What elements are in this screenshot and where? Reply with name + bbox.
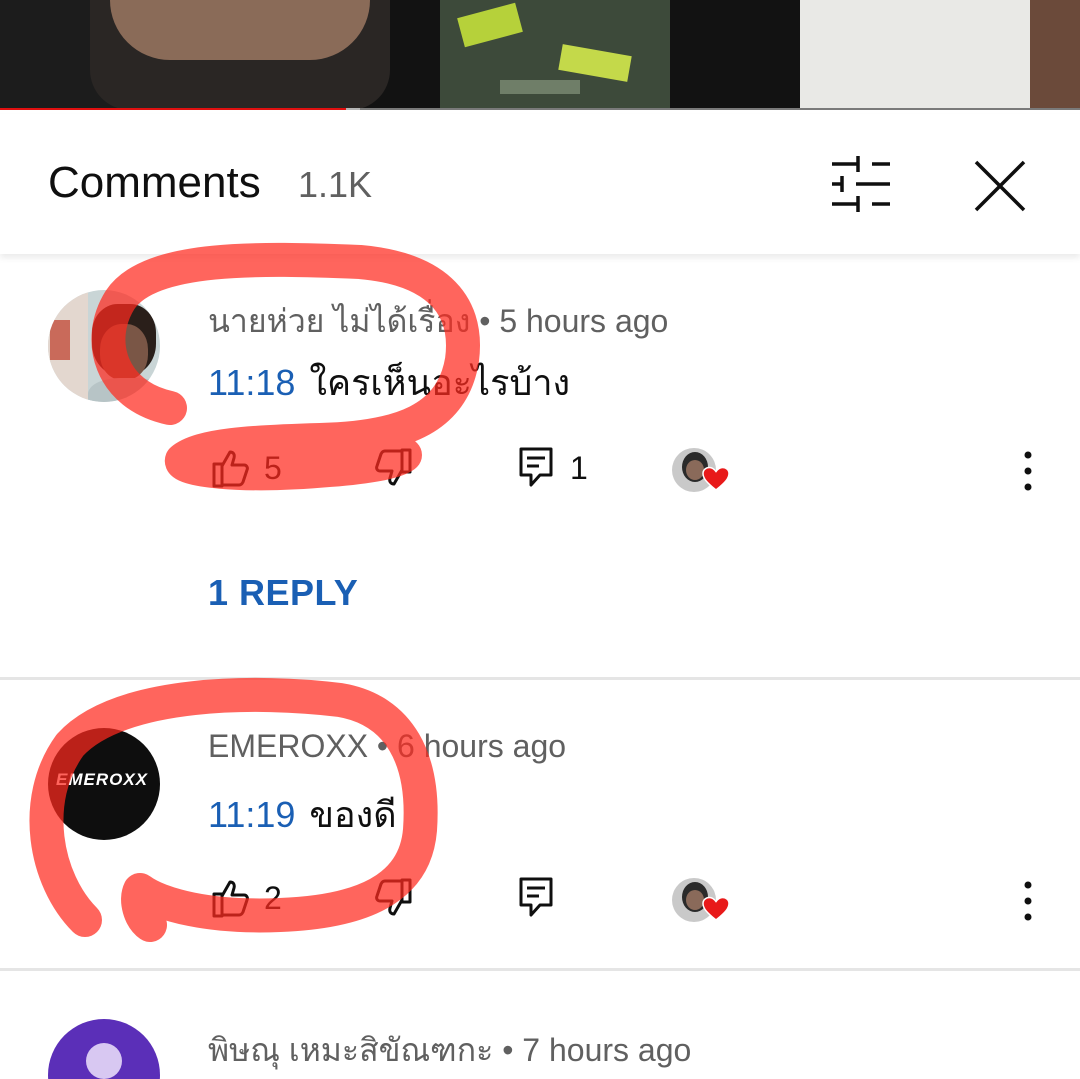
comment-author[interactable]: นายห่วย ไม่ได้เรื่อง: [208, 303, 470, 339]
comment-thread: นายห่วย ไม่ได้เรื่อง • 5 hours ago 11:18…: [0, 254, 1080, 678]
avatar-logo-text: EMEROXX: [56, 770, 149, 789]
thumbs-down-icon[interactable]: [372, 446, 416, 495]
comments-header: Comments 1.1K: [0, 114, 1080, 254]
comment-time: • 5 hours ago: [479, 303, 669, 339]
like-count: 2: [264, 880, 282, 916]
comment-thread: EMEROXX EMEROXX • 6 hours ago 11:19 ของดี…: [0, 680, 1080, 970]
more-vert-icon[interactable]: [1016, 446, 1040, 496]
comments-title: Comments: [48, 158, 261, 207]
comment-text: 11:18 ใครเห็นอะไรบ้าง: [208, 354, 570, 411]
comment-actions: 2: [208, 876, 1080, 926]
avatar[interactable]: [48, 1019, 160, 1079]
close-icon[interactable]: [968, 154, 1032, 218]
creator-heart-icon: [672, 876, 732, 926]
video-progress-bar[interactable]: [0, 108, 1080, 110]
video-player[interactable]: [0, 0, 1080, 110]
comment-body: ใครเห็นอะไรบ้าง: [309, 362, 571, 403]
comment-meta: พิษณุ เหมะสิขัณฑกะ • 7 hours ago: [208, 1025, 691, 1076]
reply-count: 1: [570, 450, 588, 486]
comment-text: 11:19 ของดี: [208, 786, 397, 843]
timestamp-link[interactable]: 11:19: [208, 794, 295, 835]
video-frame-region: [800, 0, 1030, 110]
thumbs-up-icon[interactable]: [208, 876, 252, 925]
comment-time: • 7 hours ago: [502, 1032, 692, 1068]
comment-actions: 5 1: [208, 446, 1080, 496]
like-count: 5: [264, 450, 282, 486]
video-frame-region: [90, 0, 390, 110]
comment-meta: นายห่วย ไม่ได้เรื่อง • 5 hours ago: [208, 296, 668, 347]
filter-sliders-icon[interactable]: [828, 154, 894, 214]
thumbs-down-icon[interactable]: [372, 876, 416, 925]
video-progress-fill: [0, 108, 346, 110]
creator-heart-icon: [672, 446, 732, 496]
reply-comment-icon[interactable]: [518, 446, 554, 493]
reply-comment-icon[interactable]: [518, 876, 554, 923]
comment-author[interactable]: EMEROXX: [208, 728, 368, 764]
thumbs-up-icon[interactable]: [208, 446, 252, 495]
comment-time: • 6 hours ago: [376, 728, 567, 764]
timestamp-link[interactable]: 11:18: [208, 362, 295, 403]
video-frame-region: [440, 0, 670, 110]
view-replies-link[interactable]: 1 REPLY: [208, 572, 358, 614]
avatar[interactable]: [48, 290, 160, 402]
avatar[interactable]: EMEROXX: [48, 728, 160, 840]
more-vert-icon[interactable]: [1016, 876, 1040, 926]
comment-author[interactable]: พิษณุ เหมะสิขัณฑกะ: [208, 1032, 493, 1068]
comment-body: ของดี: [309, 794, 397, 835]
comment-meta: EMEROXX • 6 hours ago: [208, 728, 566, 765]
comment-thread: พิษณุ เหมะสิขัณฑกะ • 7 hours ago: [0, 971, 1080, 1079]
video-frame-region: [1030, 0, 1080, 110]
comments-count: 1.1K: [298, 164, 373, 205]
